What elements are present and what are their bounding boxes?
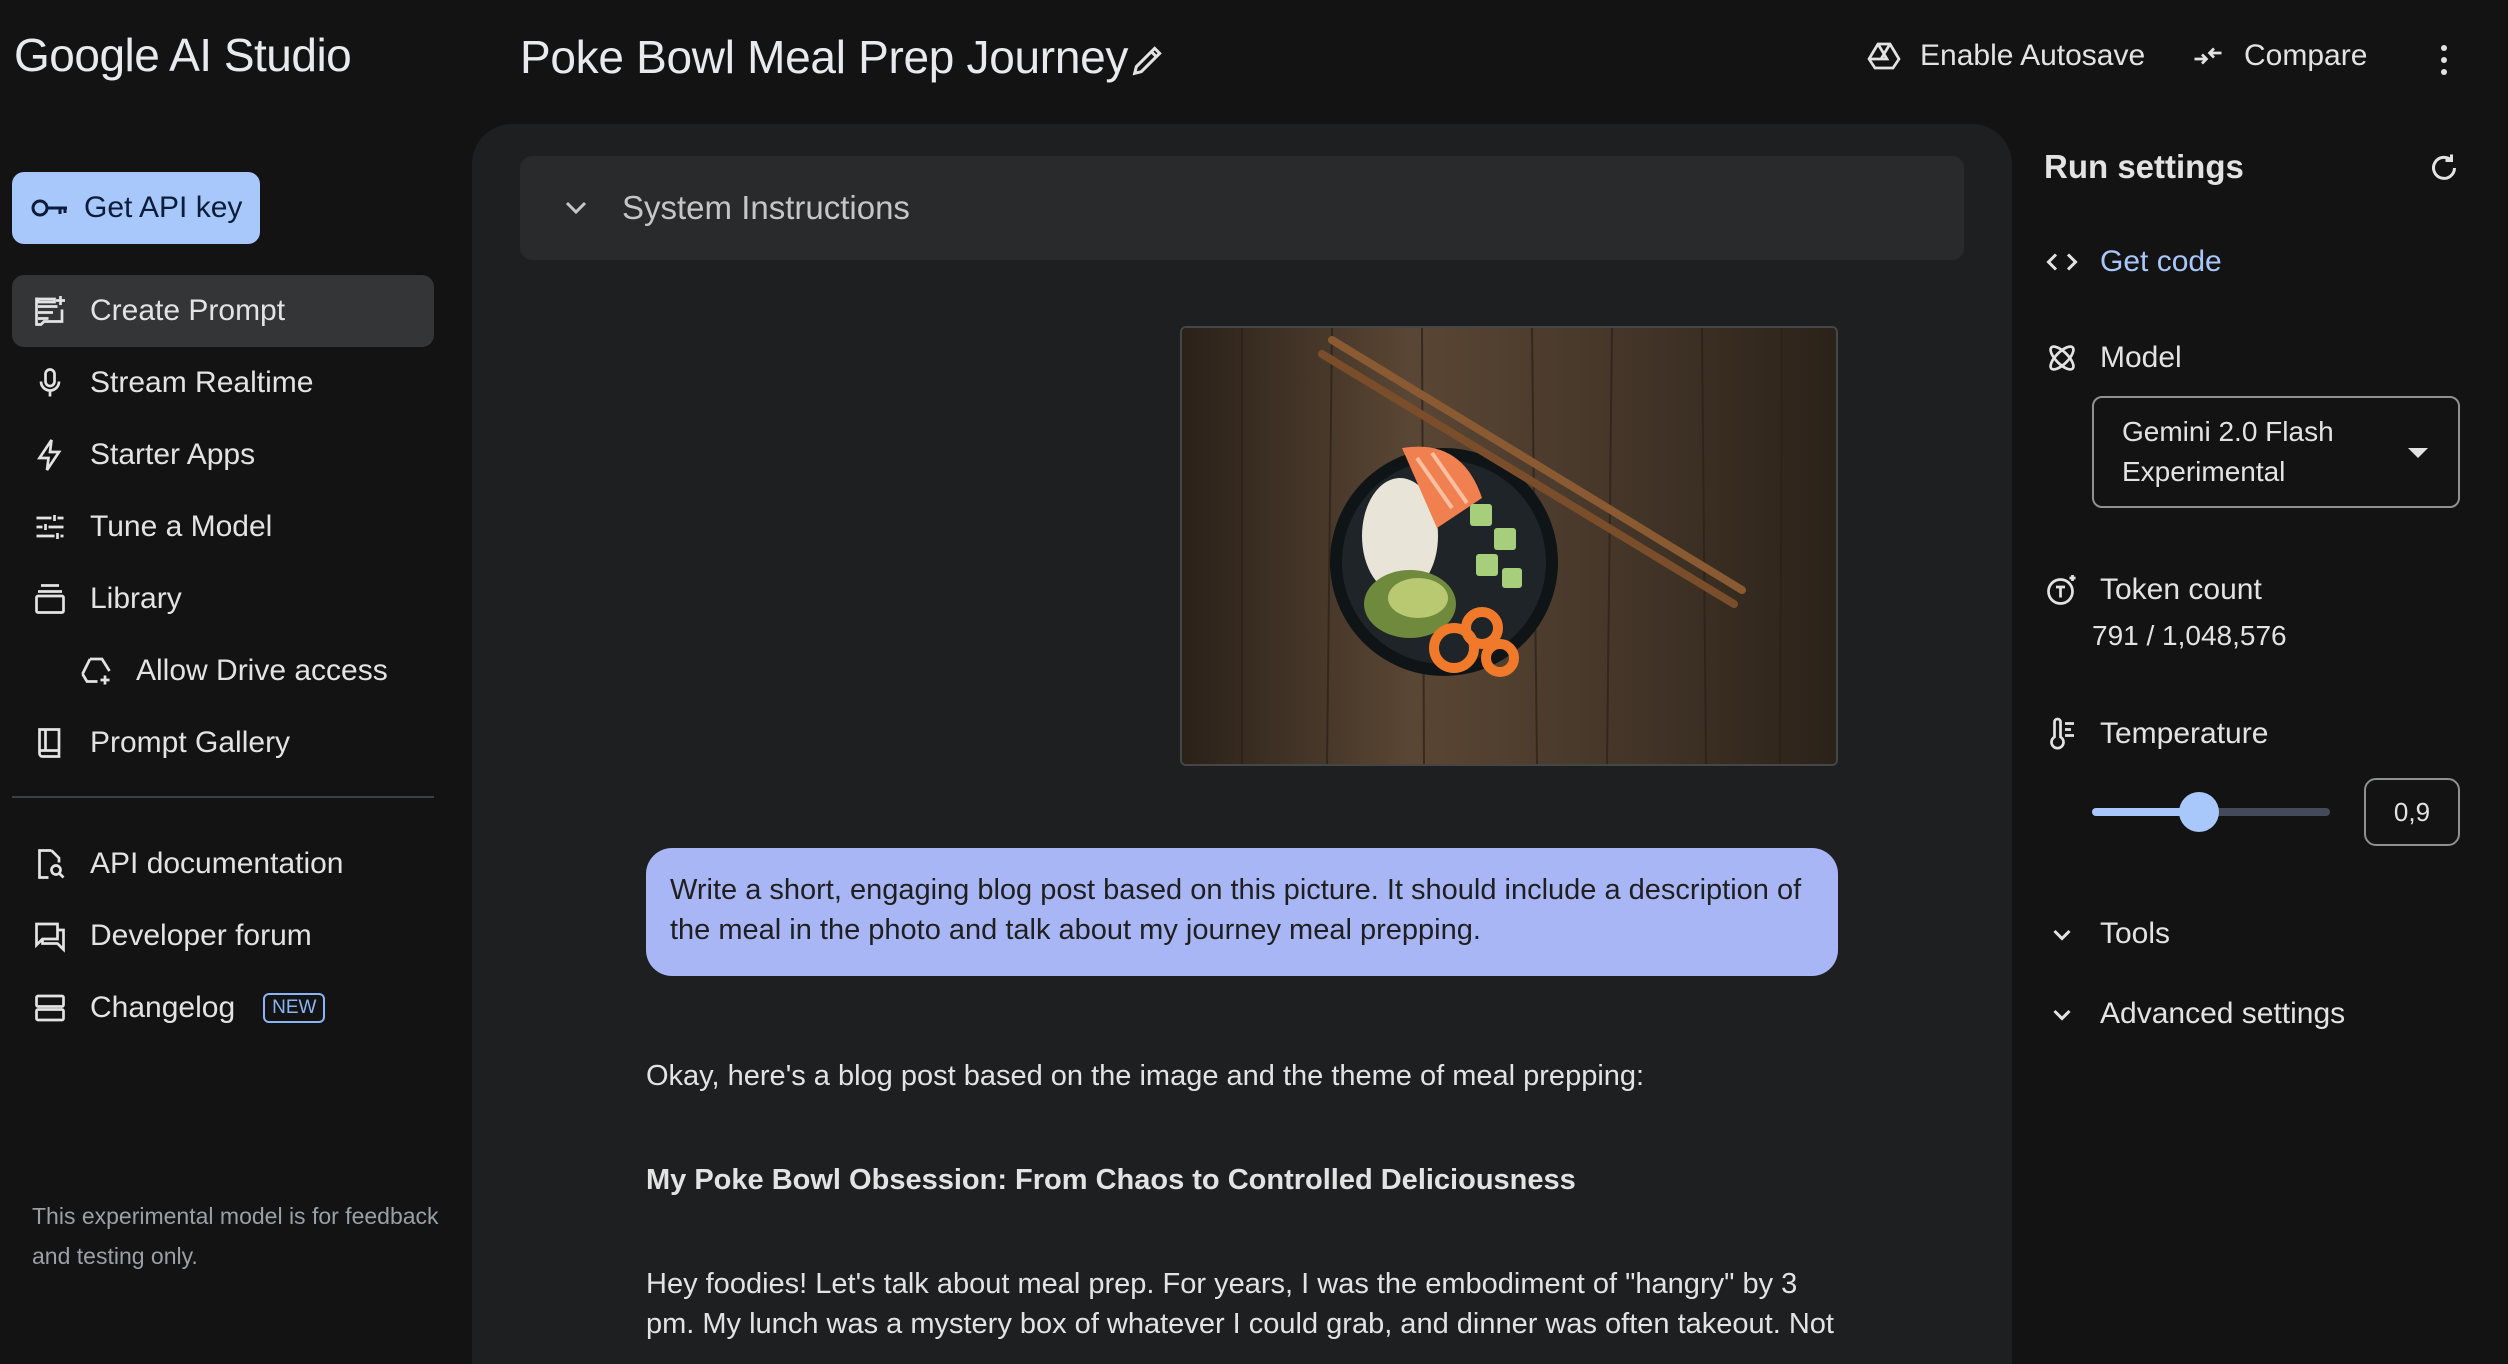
enable-autosave-button[interactable]: Enable Autosave [1866,38,2145,74]
model-icon [2044,340,2080,376]
code-icon [2044,244,2080,280]
dropdown-arrow-icon [2406,446,2430,460]
library-icon [32,581,68,617]
more-options-icon[interactable] [2430,38,2458,82]
sidebar-item-tune-a-model[interactable]: Tune a Model [12,491,434,563]
model-label: Model [2100,341,2182,374]
token-icon [2044,572,2080,608]
get-api-key-button[interactable]: Get API key [12,172,260,244]
forum-icon [32,918,68,954]
chevron-down-icon [2044,996,2080,1032]
response-title: My Poke Bowl Obsession: From Chaos to Co… [646,1164,1576,1196]
token-count-header: Token count [2044,572,2262,608]
run-settings-title: Run settings [2044,148,2244,185]
model-dropdown[interactable]: Gemini 2.0 Flash Experimental [2092,396,2460,508]
sidebar-divider [12,796,434,798]
sidebar-item-label: Allow Drive access [136,654,388,687]
mic-icon [32,365,68,401]
reset-icon[interactable] [2426,150,2462,186]
sidebar-item-allow-drive-access[interactable]: Allow Drive access [12,635,434,707]
get-code-link[interactable]: Get code [2044,244,2222,280]
doc-search-icon [32,846,68,882]
temperature-slider-thumb[interactable] [2179,792,2220,832]
advanced-settings-toggle[interactable]: Advanced settings [2044,996,2345,1032]
temperature-header: Temperature [2044,716,2268,752]
temperature-label: Temperature [2100,717,2269,750]
sidebar-item-label: Prompt Gallery [90,726,291,759]
sidebar-item-label: Starter Apps [90,438,256,471]
token-count-label: Token count [2100,573,2262,606]
changelog-icon [32,990,68,1026]
poke-bowl-image[interactable] [1180,326,1838,766]
api-key-label: Get API key [84,191,243,224]
sidebar-item-label: Stream Realtime [90,366,314,399]
temperature-input[interactable]: 0,9 [2364,778,2460,846]
book-icon [32,725,68,761]
sidebar-item-label: Changelog [90,991,236,1024]
thermometer-icon [2044,716,2080,752]
get-code-label: Get code [2100,245,2222,278]
prompt-title: Poke Bowl Meal Prep Journey [520,31,1129,83]
new-badge: NEW [263,993,326,1023]
compare-label: Compare [2244,39,2368,72]
create-prompt-icon [32,293,68,329]
chevron-down-icon [2044,916,2080,952]
sidebar-link-developer-forum[interactable]: Developer forum [12,900,434,972]
sidebar-item-label: Tune a Model [90,510,273,543]
model-section-header: Model [2044,340,2182,376]
response-paragraph: Hey foodies! Let's talk about meal prep.… [646,1268,1834,1340]
sidebar-item-label: API documentation [90,847,344,880]
tune-icon [32,509,68,545]
sidebar-item-create-prompt[interactable]: Create Prompt [12,275,434,347]
response-intro: Okay, here's a blog post based on the im… [646,1060,1645,1092]
advanced-settings-label: Advanced settings [2100,997,2346,1030]
sidebar-item-starter-apps[interactable]: Starter Apps [12,419,434,491]
sidebar-link-api-documentation[interactable]: API documentation [12,828,434,900]
sidebar-item-label: Create Prompt [90,294,286,327]
drive-add-icon [78,653,114,689]
sidebar-link-changelog[interactable]: Changelog NEW [12,972,434,1044]
user-message[interactable]: Write a short, engaging blog post based … [646,848,1838,976]
compare-button[interactable]: Compare [2190,38,2367,74]
compare-icon [2190,38,2226,74]
tools-section-toggle[interactable]: Tools [2044,916,2170,952]
app-name[interactable]: Google AI Studio [14,28,352,82]
sidebar-item-prompt-gallery[interactable]: Prompt Gallery [12,707,434,779]
token-count-value: 791 / 1,048,576 [2092,620,2287,651]
chevron-down-icon [564,200,588,216]
sidebar-item-label: Library [90,582,182,615]
experimental-disclaimer: This experimental model is for feedback … [32,1203,439,1269]
drive-icon [1866,38,1902,74]
sidebar-item-stream-realtime[interactable]: Stream Realtime [12,347,434,419]
system-instructions-toggle[interactable]: System Instructions [520,156,1964,260]
tools-label: Tools [2100,917,2171,950]
edit-title-icon[interactable] [1128,40,1168,80]
bolt-icon [32,437,68,473]
system-instructions-label: System Instructions [622,189,910,226]
key-icon [30,195,70,221]
sidebar-item-library[interactable]: Library [12,563,434,635]
autosave-label: Enable Autosave [1920,39,2146,72]
sidebar-item-label: Developer forum [90,919,312,952]
